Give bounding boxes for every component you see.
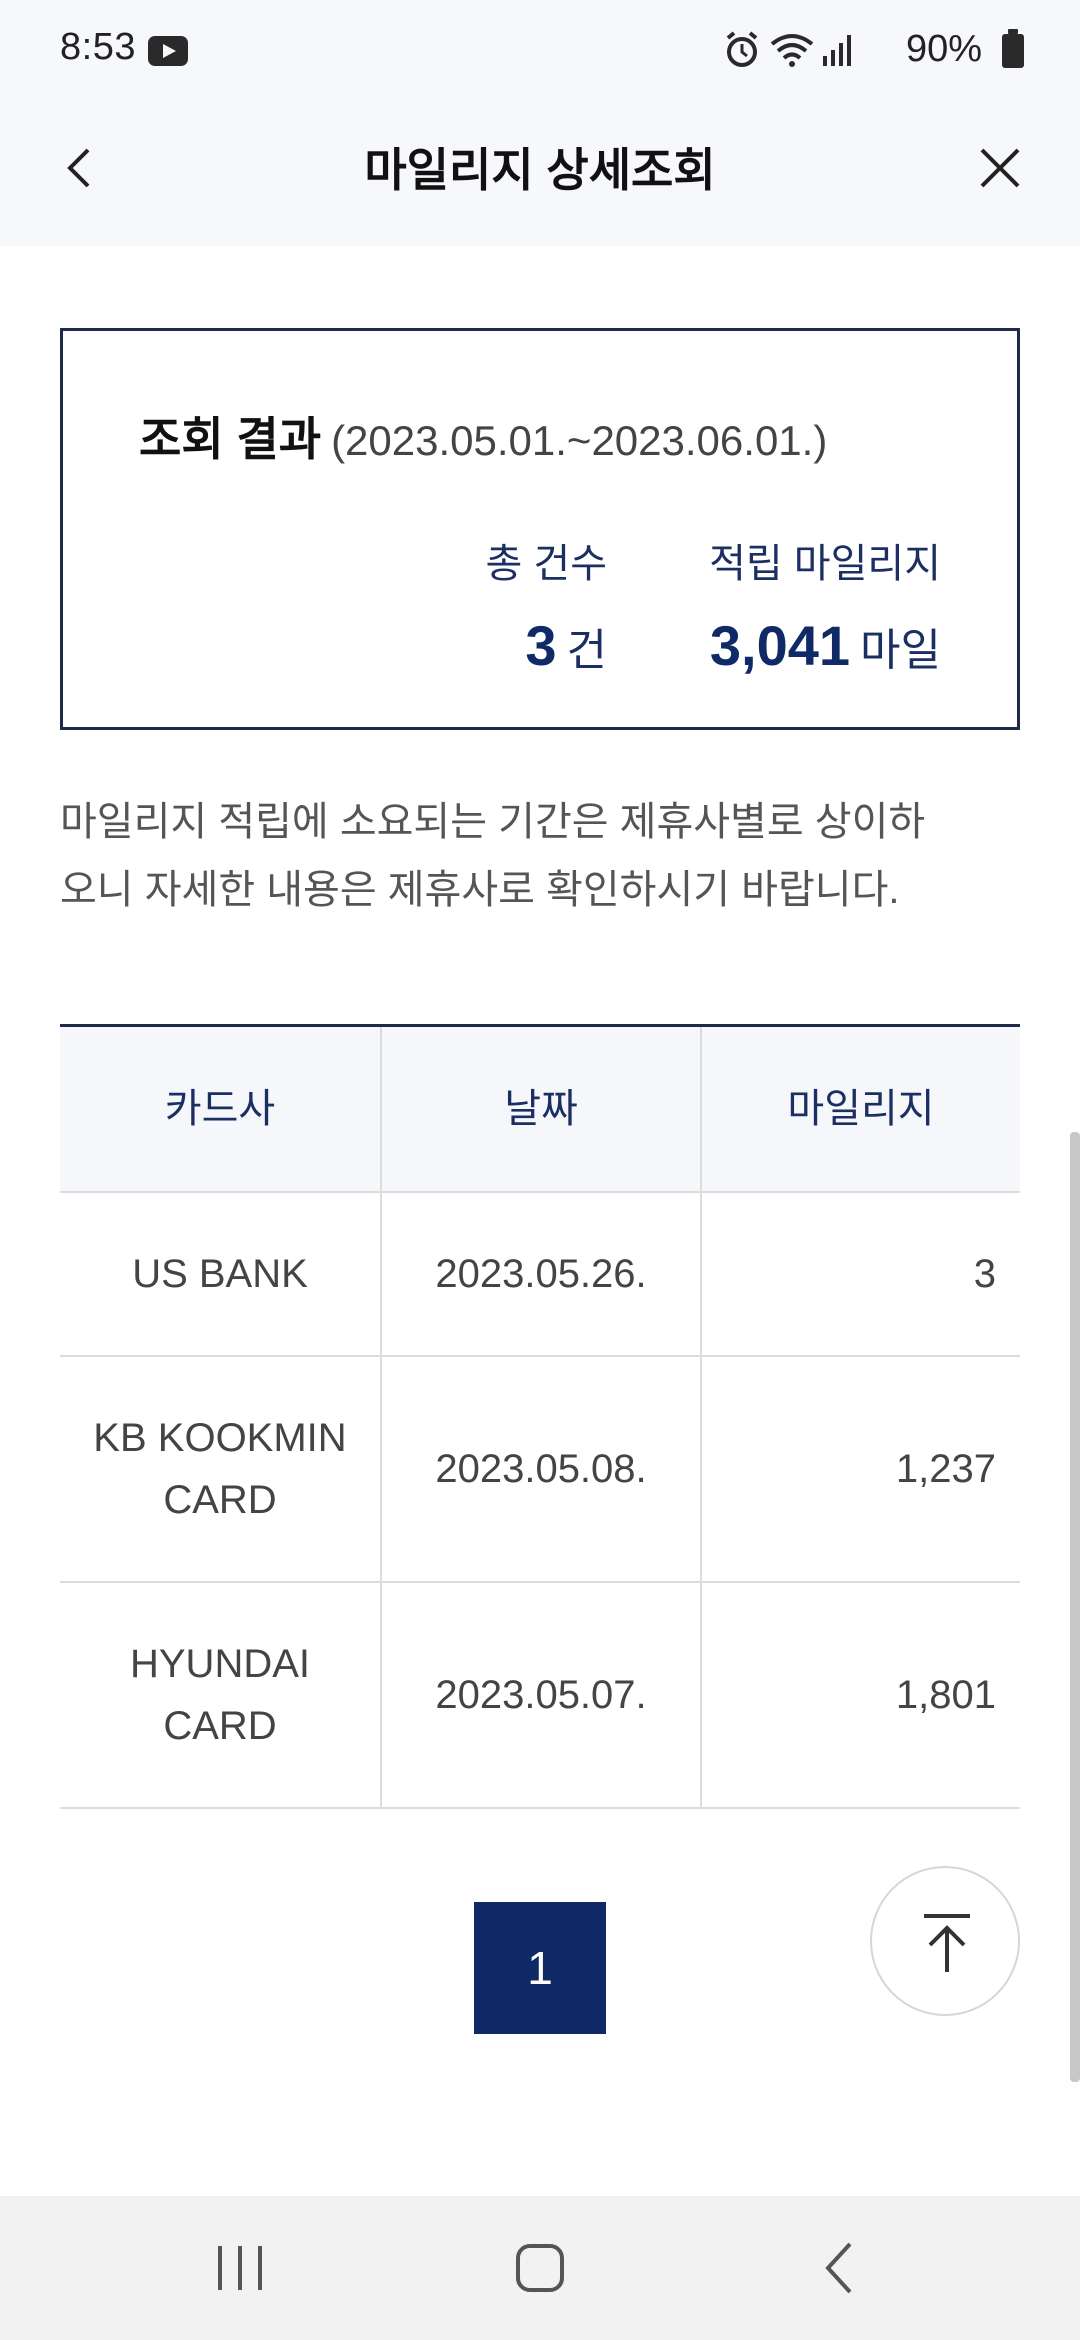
status-time: 8:53 — [60, 26, 136, 68]
close-icon — [980, 148, 1020, 188]
date-cell: 2023.05.08. — [380, 1357, 700, 1581]
accrued-mileage-unit: 마일 — [860, 626, 941, 675]
table-row: KB KOOKMIN CARD 2023.05.08. 1,237 — [60, 1357, 1020, 1583]
battery-icon — [1002, 29, 1024, 68]
app-header: 마일리지 상세조회 — [0, 100, 1080, 246]
total-count-stat: 총 건수 3건 — [485, 531, 607, 678]
card-company-cell: KB KOOKMIN CARD — [93, 1416, 347, 1522]
result-heading: 조회 결과 (2023.05.01.~2023.06.01.) — [139, 403, 827, 469]
home-button[interactable] — [500, 2232, 580, 2304]
date-cell: 2023.05.26. — [380, 1193, 700, 1355]
recent-apps-icon — [218, 2246, 262, 2290]
mileage-table: 카드사 날짜 마일리지 US BANK 2023.05.26. 3 KB KOO… — [60, 1024, 1020, 1809]
youtube-icon — [148, 36, 188, 66]
accrued-mileage-label: 적립 마일리지 — [709, 542, 941, 586]
mileage-cell: 3 — [700, 1193, 1020, 1355]
system-back-button[interactable] — [800, 2232, 880, 2304]
table-header-row: 카드사 날짜 마일리지 — [60, 1027, 1020, 1193]
total-count-unit: 건 — [566, 626, 607, 675]
mileage-cell: 1,237 — [700, 1357, 1020, 1581]
result-summary-box: 조회 결과 (2023.05.01.~2023.06.01.) 총 건수 3건 적… — [60, 328, 1020, 730]
mileage-cell: 1,801 — [700, 1583, 1020, 1807]
close-button[interactable] — [970, 138, 1030, 198]
card-company-cell: HYUNDAI CARD — [129, 1642, 311, 1748]
table-row: HYUNDAI CARD 2023.05.07. 1,801 — [60, 1583, 1020, 1809]
total-count-value: 3건 — [485, 613, 607, 678]
battery-percentage: 90% — [905, 28, 982, 70]
wifi-icon — [770, 34, 814, 67]
page-title: 마일리지 상세조회 — [364, 144, 716, 196]
recent-apps-button[interactable] — [200, 2232, 280, 2304]
notice-text: 마일리지 적립에 소요되는 기간은 제휴사별로 상이하오니 자세한 내용은 제휴… — [60, 800, 926, 912]
date-cell: 2023.05.07. — [380, 1583, 700, 1807]
column-header-card-company: 카드사 — [60, 1027, 380, 1191]
column-header-mileage: 마일리지 — [700, 1027, 1020, 1191]
scrollbar[interactable] — [1070, 1132, 1080, 2082]
chevron-left-icon — [825, 2242, 852, 2294]
system-nav-bar — [0, 2196, 1080, 2340]
home-icon — [516, 2244, 564, 2292]
result-title: 조회 결과 — [139, 413, 322, 465]
signal-icon — [823, 35, 851, 66]
status-icons: 90% — [724, 24, 1024, 76]
card-company-cell: US BANK — [132, 1252, 308, 1296]
status-bar: 8:53 90% — [0, 0, 1080, 100]
total-count-number: 3 — [525, 614, 557, 677]
alarm-icon — [726, 31, 758, 67]
accrued-mileage-number: 3,041 — [709, 614, 851, 677]
arrow-up-icon — [924, 1914, 970, 1972]
total-count-label: 총 건수 — [485, 542, 607, 586]
result-date-range: (2023.05.01.~2023.06.01.) — [331, 417, 828, 464]
scroll-to-top-button[interactable] — [870, 1866, 1020, 2016]
pagination-page-button[interactable]: 1 — [474, 1902, 606, 2034]
accrued-mileage-value: 3,041 마일 — [709, 613, 941, 678]
accrued-mileage-stat: 적립 마일리지 3,041 마일 — [709, 531, 941, 678]
column-header-date: 날짜 — [380, 1027, 700, 1191]
table-row: US BANK 2023.05.26. 3 — [60, 1193, 1020, 1357]
